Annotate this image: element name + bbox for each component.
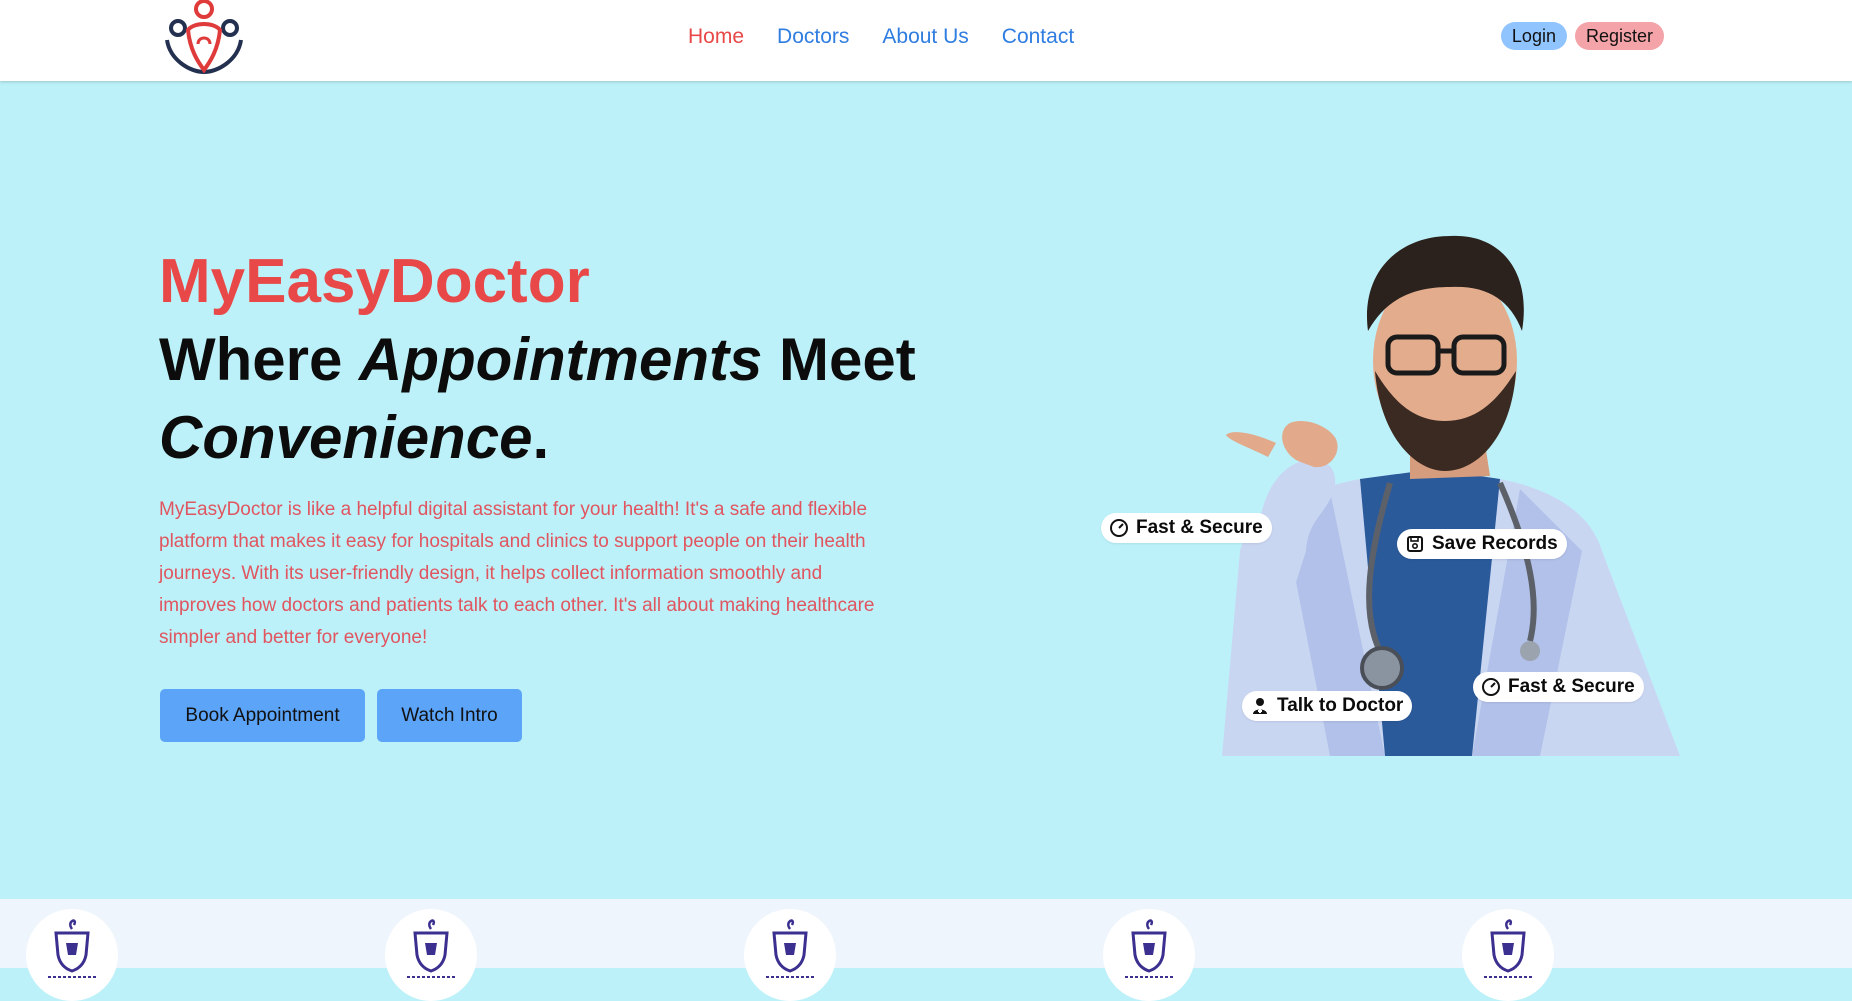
partner-logo[interactable] [1462,909,1554,1001]
book-appointment-button[interactable]: Book Appointment [160,689,365,742]
badge-label: Fast & Secure [1508,676,1635,697]
badge-save-records: Save Records [1397,529,1567,559]
headline-italic-1: Appointments [359,326,763,393]
shield-crest-icon [766,919,814,978]
badge-fast-secure-2: Fast & Secure [1473,672,1644,702]
partner-logo[interactable] [385,909,477,1001]
main-nav: Home Doctors About Us Contact [688,22,1074,52]
brand-title: MyEasyDoctor [159,247,590,316]
doctor-icon [1253,698,1267,714]
partner-logos-strip [0,899,1852,1001]
partner-logo[interactable] [744,909,836,1001]
badge-label: Fast & Secure [1136,517,1263,538]
site-header: Home Doctors About Us Contact Login Regi… [0,0,1852,81]
watch-intro-button[interactable]: Watch Intro [377,689,522,742]
nav-contact-link[interactable]: Contact [1002,22,1074,52]
brand-logo[interactable] [158,0,250,75]
shield-crest-icon [1484,919,1532,978]
auth-buttons: Login Register [1500,22,1664,50]
badge-label: Talk to Doctor [1277,695,1404,716]
headline-text-1: Where [159,326,360,393]
shield-crest-icon [407,919,455,978]
nav-doctors-link[interactable]: Doctors [777,22,849,52]
hero-section: MyEasyDoctor Where Appointments Meet Con… [0,81,1852,899]
partner-logo[interactable] [1103,909,1195,1001]
speedometer-icon [1482,678,1500,696]
nav-home-link[interactable]: Home [688,22,744,52]
shield-crest-icon [48,919,96,978]
family-heart-logo-icon [165,0,243,75]
speedometer-icon [1110,519,1128,537]
hero-headline: Where Appointments Meet Convenience. [159,321,919,477]
partner-logo[interactable] [26,909,118,1001]
badge-label: Save Records [1432,533,1558,554]
headline-end: . [532,404,550,471]
badge-talk-to-doctor: Talk to Doctor [1242,691,1413,721]
nav-about-us-link[interactable]: About Us [882,22,968,52]
shield-crest-icon [1125,919,1173,978]
floppy-disk-icon [1407,536,1423,552]
hero-description: MyEasyDoctor is like a helpful digital a… [159,499,875,648]
headline-text-2: Meet [762,326,916,393]
headline-italic-2: Convenience [159,404,533,471]
badge-fast-secure-1: Fast & Secure [1101,513,1272,543]
register-button[interactable]: Register [1574,22,1664,50]
login-button[interactable]: Login [1500,22,1567,50]
